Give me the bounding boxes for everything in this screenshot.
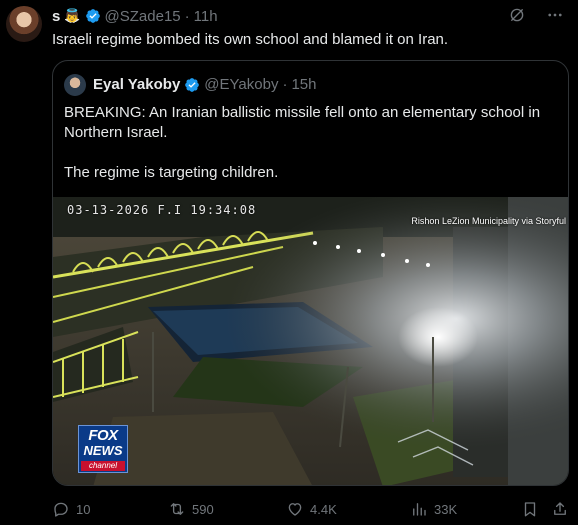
author-display-name[interactable]: s	[52, 8, 60, 25]
views-count: 33K	[434, 501, 458, 517]
post-text: Israeli regime bombed its own school and…	[52, 31, 449, 48]
grok-icon[interactable]	[508, 6, 526, 24]
video-frame	[53, 197, 568, 485]
author-handle[interactable]: @SZade15	[105, 8, 181, 25]
like-button[interactable]: 4.4K	[286, 500, 337, 518]
repost-button[interactable]: 590	[168, 500, 214, 518]
views-button[interactable]: 33K	[410, 500, 457, 518]
bookmark-button[interactable]	[521, 500, 539, 518]
quoted-post[interactable]: Eyal Yakoby @EYakoby · 15h BREAKING: An …	[52, 60, 569, 486]
quoted-post-text: BREAKING: An Iranian ballistic missile f…	[64, 103, 559, 183]
author-avatar[interactable]	[6, 6, 42, 42]
quoted-post-time[interactable]: 15h	[291, 76, 316, 93]
quoted-post-header: Eyal Yakoby @EYakoby · 15h	[93, 76, 316, 93]
views-icon	[413, 503, 426, 516]
reply-button[interactable]: 10	[52, 500, 90, 518]
fox-news-logo: FOX NEWS channel	[78, 425, 128, 473]
verified-badge-icon	[85, 9, 100, 23]
header-separator: ·	[184, 7, 190, 25]
bookmark-icon	[524, 502, 536, 517]
like-count: 4.4K	[310, 501, 337, 517]
share-button[interactable]	[551, 500, 569, 518]
quoted-author-handle[interactable]: @EYakoby	[204, 76, 278, 93]
quoted-author-display-name[interactable]: Eyal Yakoby	[93, 76, 180, 93]
repost-icon	[170, 503, 184, 515]
post-top-actions	[508, 6, 564, 24]
quoted-text-paragraph-1: BREAKING: An Iranian ballistic missile f…	[64, 104, 541, 141]
logo-line-2: NEWS	[83, 443, 123, 458]
logo-line-1: FOX	[88, 427, 118, 444]
more-icon[interactable]	[546, 6, 564, 24]
quoted-author-avatar[interactable]	[64, 74, 86, 96]
reply-count: 10	[76, 501, 91, 517]
video-timestamp-overlay: 03-13-2026 F.I 19:34:08	[67, 203, 257, 217]
logo-line-3: channel	[81, 461, 125, 471]
author-name-emoji: 👼	[64, 8, 81, 23]
repost-count: 590	[192, 501, 214, 517]
post-time[interactable]: 11h	[194, 8, 218, 25]
post-header: s 👼 @SZade15 · 11h	[52, 7, 218, 25]
verified-badge-icon	[185, 77, 200, 92]
quoted-text-paragraph-2: The regime is targeting children.	[64, 164, 279, 181]
reply-icon	[54, 502, 68, 517]
like-icon	[288, 503, 302, 516]
post-action-bar: 10 590 4.4K 33K	[52, 500, 569, 520]
post: s 👼 @SZade15 · 11h Israeli regime bombed…	[0, 0, 578, 525]
video-media[interactable]: 03-13-2026 F.I 19:34:08 Rishon LeZion Mu…	[53, 197, 568, 485]
quoted-header-separator: ·	[282, 76, 288, 93]
share-icon	[554, 502, 566, 515]
video-credit: Rishon LeZion Municipality via Storyful	[411, 216, 566, 226]
